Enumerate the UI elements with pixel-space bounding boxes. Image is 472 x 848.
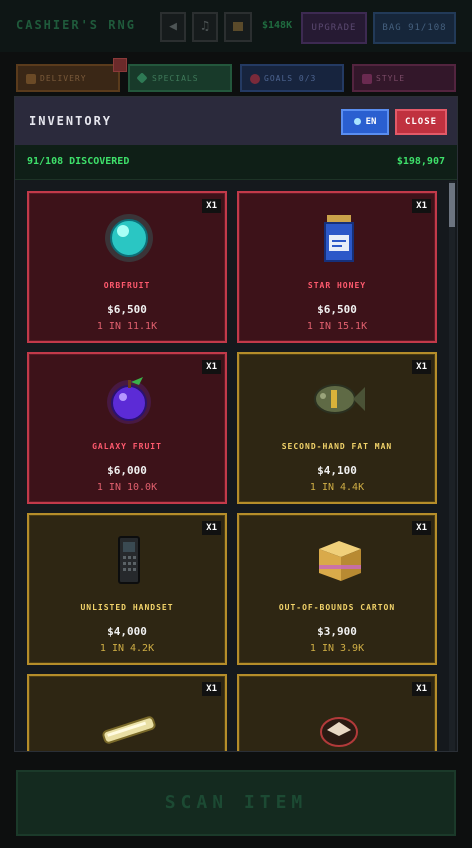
tab-goals[interactable]: GOALS 0/3: [240, 64, 344, 92]
bag-button[interactable]: BAG 91/108: [373, 12, 456, 44]
music-icon[interactable]: ♫: [192, 12, 218, 42]
modal-header: INVENTORY EN CLOSE: [15, 97, 457, 146]
item-name: ORBFRUIT: [103, 281, 151, 290]
item-name: OUT-OF-BOUNDS CARTON: [278, 603, 396, 612]
modal-title: INVENTORY: [29, 114, 113, 128]
item-price: $6,500: [317, 303, 357, 316]
tab-specials[interactable]: SPECIALS: [128, 64, 232, 92]
item-card[interactable]: X1: [237, 674, 437, 751]
scrollbar[interactable]: [449, 181, 455, 751]
item-odds: 1 IN 3.9K: [309, 643, 365, 654]
item-price: $3,900: [317, 625, 357, 638]
tab-label: STYLE: [376, 74, 406, 83]
tab-bar: DELIVERY SPECIALS GOALS 0/3 STYLE: [0, 64, 472, 92]
quantity-badge: X1: [412, 360, 431, 374]
discovered-count: 91/108 DISCOVERED: [27, 156, 130, 167]
orb-icon: [105, 214, 153, 262]
item-price: $6,000: [107, 464, 147, 477]
language-button[interactable]: EN: [341, 109, 389, 135]
honey-jar-icon: [324, 215, 354, 262]
bomb-icon: [314, 384, 365, 414]
item-card[interactable]: X1 GALAXY FRUIT $6,000 1 IN 10.0K: [27, 352, 227, 504]
quantity-badge: X1: [412, 682, 431, 696]
top-bar: CASHIER'S RNG ◀ ♫ $148K UPGRADE BAG 91/1…: [0, 0, 472, 52]
quantity-badge: X1: [202, 682, 221, 696]
item-name: UNLISTED HANDSET: [80, 603, 174, 612]
item-card[interactable]: X1 SECOND-HAND FAT MAN $4,100 1 IN 4.4K: [237, 352, 437, 504]
language-label: EN: [365, 117, 377, 127]
style-icon: [362, 74, 372, 84]
tab-style[interactable]: STYLE: [352, 64, 456, 92]
item-name: STAR HONEY: [307, 281, 367, 290]
item-card[interactable]: X1 ORBFRUIT $6,500 1 IN 11.1K: [27, 191, 227, 343]
quantity-badge: X1: [412, 199, 431, 213]
item-card[interactable]: X1 STAR HONEY $6,500 1 IN 15.1K: [237, 191, 437, 343]
back-icon[interactable]: ◀: [160, 12, 186, 42]
item-odds: 1 IN 4.4K: [309, 482, 365, 493]
quantity-badge: X1: [202, 360, 221, 374]
scrollbar-thumb[interactable]: [449, 183, 455, 227]
item-odds: 1 IN 10.0K: [96, 482, 158, 493]
item-odds: 1 IN 11.1K: [96, 321, 158, 332]
tab-label: GOALS 0/3: [264, 74, 317, 83]
item-name: GALAXY FRUIT: [92, 442, 162, 451]
tube-icon: [102, 716, 156, 744]
inventory-modal: INVENTORY EN CLOSE 91/108 DISCOVERED $19…: [14, 96, 458, 752]
tab-delivery[interactable]: DELIVERY: [16, 64, 120, 92]
inventory-status-bar: 91/108 DISCOVERED $198,907: [15, 145, 457, 180]
app-title: CASHIER'S RNG: [16, 18, 136, 32]
scan-item-button[interactable]: SCAN ITEM: [16, 770, 456, 836]
item-name: SECOND-HAND FAT MAN: [281, 442, 393, 451]
quantity-badge: X1: [202, 199, 221, 213]
tab-label: DELIVERY: [40, 74, 87, 83]
galaxy-fruit-icon: [107, 377, 151, 424]
quantity-badge: X1: [412, 521, 431, 535]
header-money: $148K: [262, 20, 293, 31]
carton-icon: [319, 541, 361, 581]
delivery-icon: [26, 74, 36, 84]
quantity-badge: X1: [202, 521, 221, 535]
box-icon[interactable]: [224, 12, 252, 42]
item-card[interactable]: X1 UNLISTED HANDSET $4,000 1 IN 4.2K: [27, 513, 227, 665]
notification-badge: [113, 58, 127, 72]
item-odds: 1 IN 15.1K: [306, 321, 368, 332]
item-card[interactable]: X1 OUT-OF-BOUNDS CARTON $3,900 1 IN 3.9K: [237, 513, 437, 665]
dish-icon: [320, 717, 358, 747]
handset-icon: [118, 536, 140, 584]
item-price: $4,000: [107, 625, 147, 638]
upgrade-button[interactable]: UPGRADE: [301, 12, 367, 44]
goals-icon: [250, 74, 260, 84]
item-odds: 1 IN 4.2K: [99, 643, 155, 654]
item-price: $6,500: [107, 303, 147, 316]
balance: $198,907: [396, 156, 445, 167]
globe-icon: [353, 118, 361, 125]
specials-icon: [136, 72, 148, 84]
item-card[interactable]: X1: [27, 674, 227, 751]
close-button[interactable]: CLOSE: [395, 109, 447, 135]
item-price: $4,100: [317, 464, 357, 477]
tab-label: SPECIALS: [152, 74, 199, 83]
